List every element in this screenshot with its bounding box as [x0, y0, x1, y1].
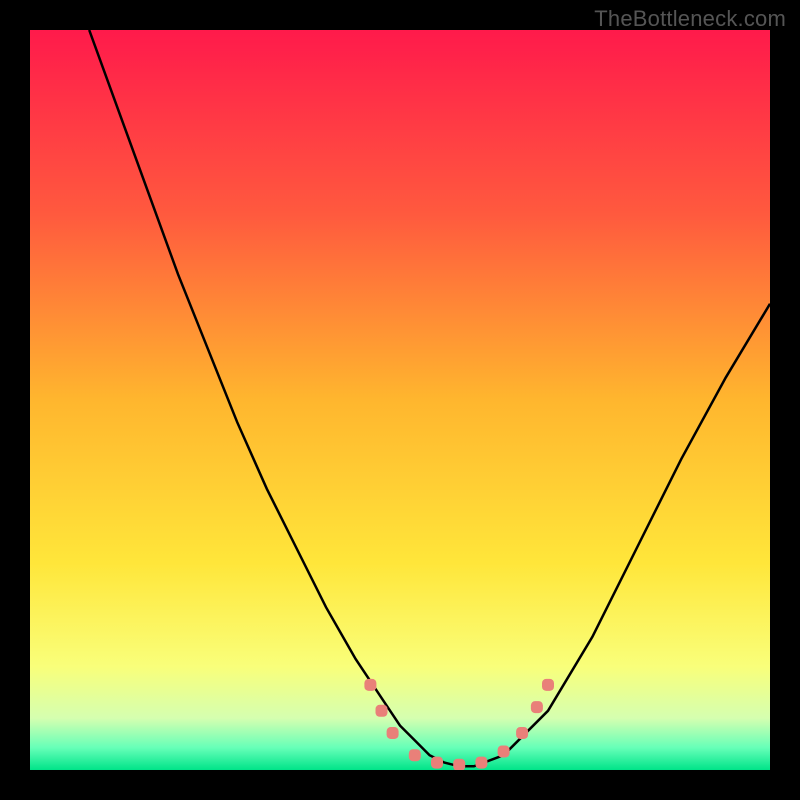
chart-marker: [453, 759, 465, 770]
chart-marker: [387, 727, 399, 739]
chart-marker: [431, 757, 443, 769]
chart-frame: TheBottleneck.com: [0, 0, 800, 800]
chart-marker: [409, 749, 421, 761]
chart-marker: [364, 679, 376, 691]
chart-marker: [516, 727, 528, 739]
chart-marker: [531, 701, 543, 713]
chart-marker: [376, 705, 388, 717]
chart-plot-area: [30, 30, 770, 770]
chart-marker: [498, 746, 510, 758]
chart-marker: [542, 679, 554, 691]
attribution-text: TheBottleneck.com: [594, 6, 786, 32]
chart-background-gradient: [30, 30, 770, 770]
chart-svg: [30, 30, 770, 770]
chart-marker: [475, 757, 487, 769]
